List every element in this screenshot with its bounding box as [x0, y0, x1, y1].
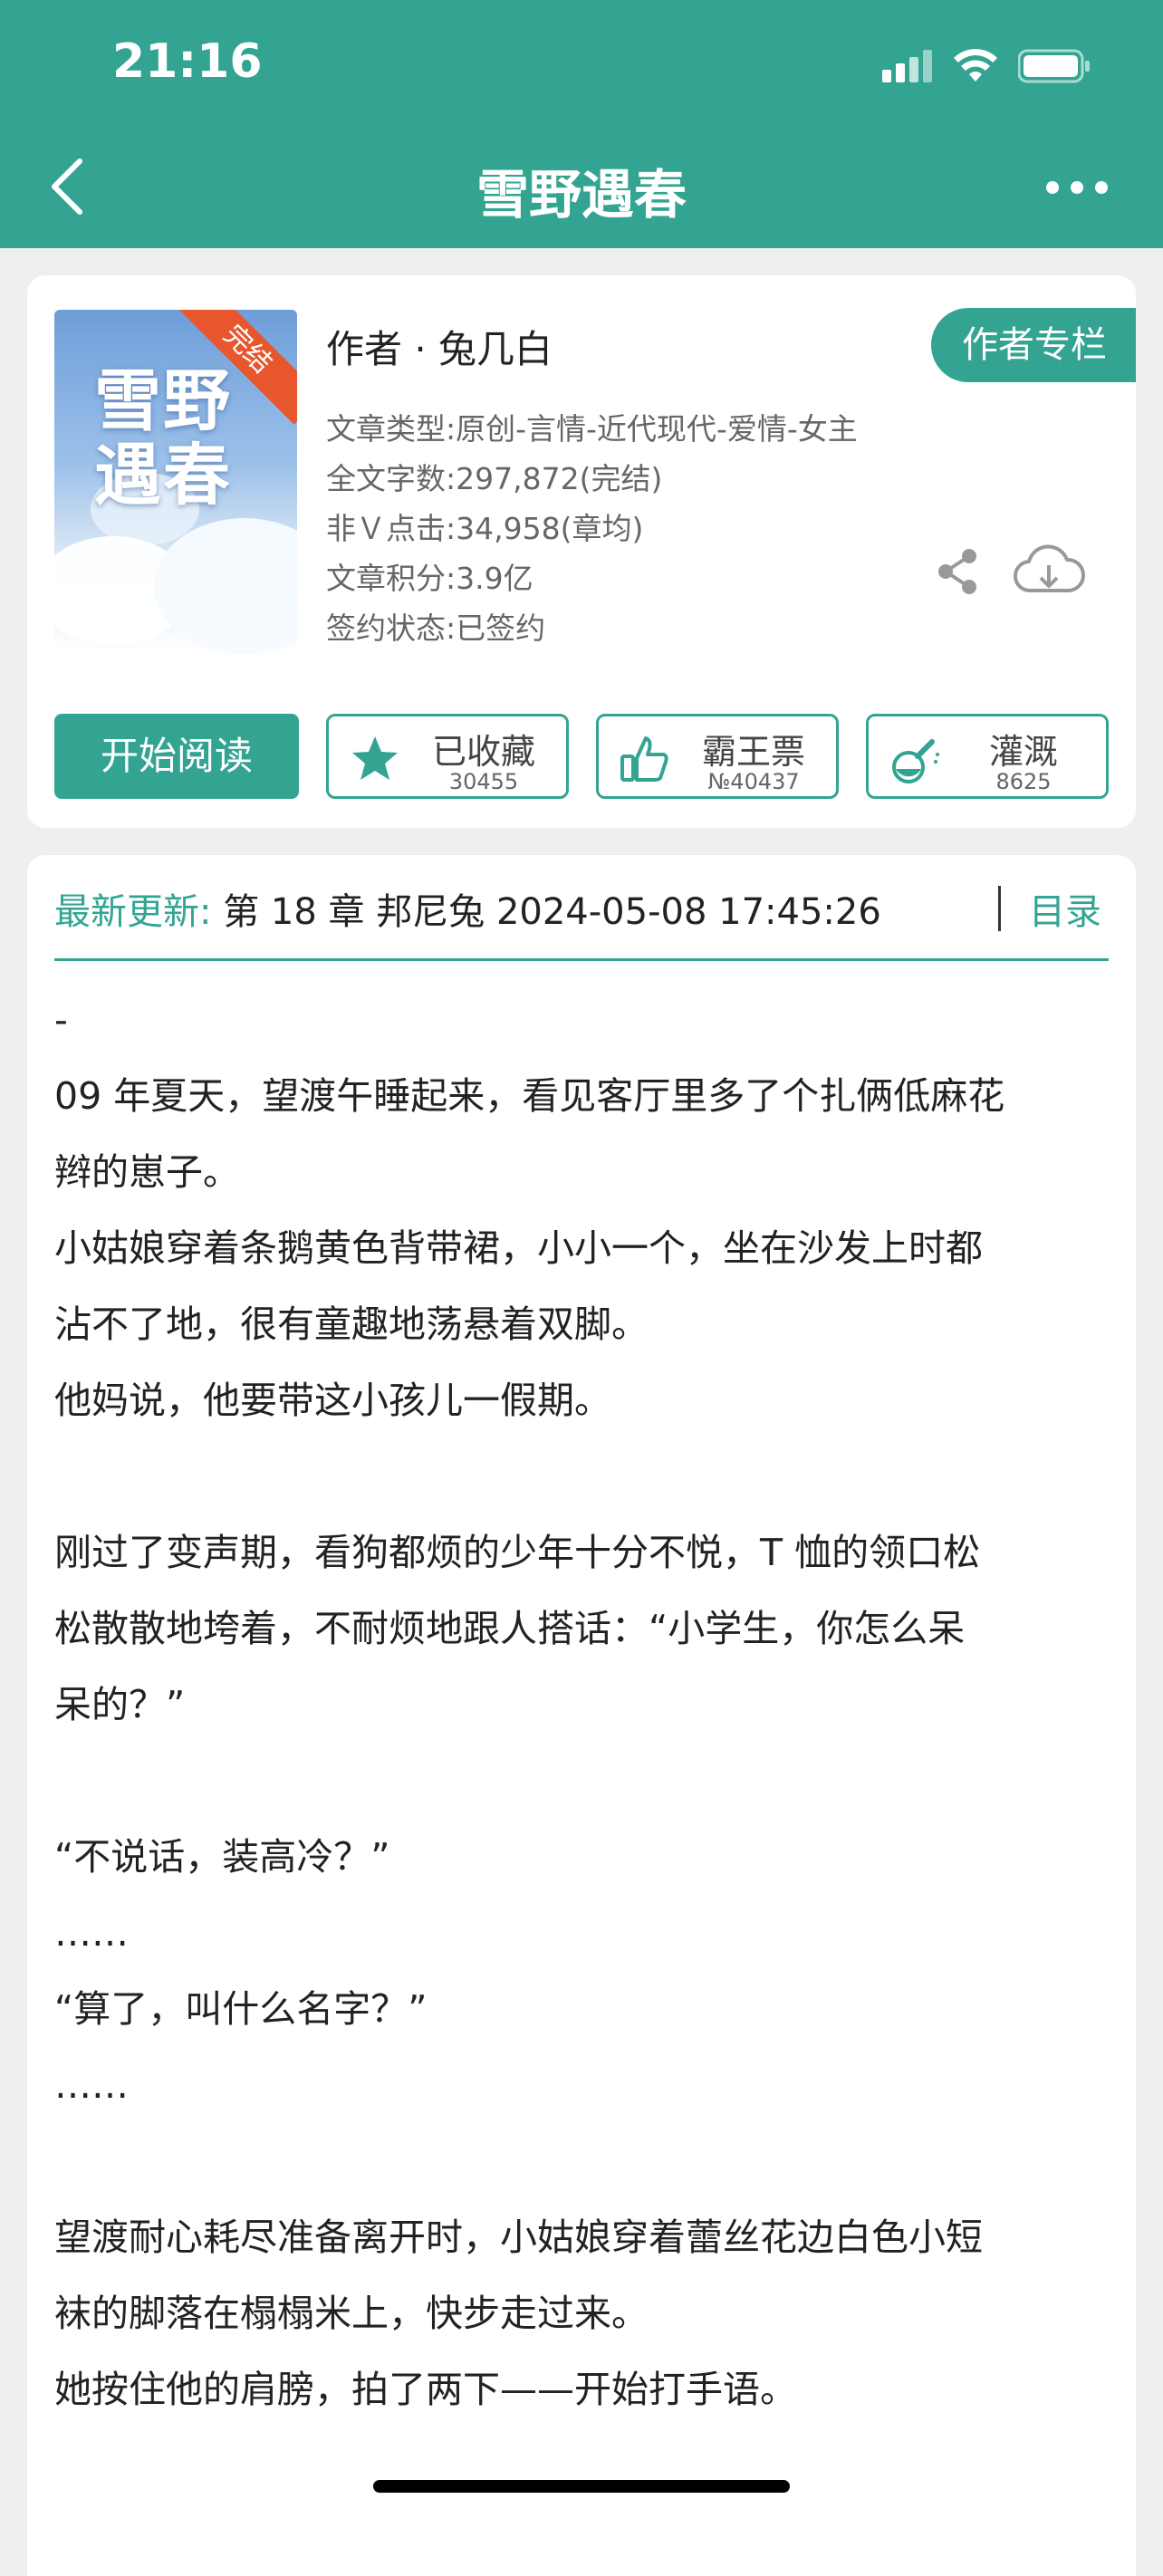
divider: [998, 886, 1001, 931]
toc-link[interactable]: 目录: [1029, 882, 1101, 935]
battery-icon: [1018, 49, 1090, 83]
text-line: 小姑娘穿着条鹅黄色背带裙，小小一个，坐在沙发上时都: [54, 1226, 983, 1270]
chapter-text: - 09 年夏天，望渡午睡起来，看见客厅里多了个扎俩低麻花 辫的崽子。 小姑娘穿…: [54, 982, 1114, 2427]
water-button[interactable]: 灌溉 8625: [866, 714, 1109, 799]
text-line: 望渡耐心耗尽准备离开时，小姑娘穿着蕾丝花边白色小短: [54, 2216, 983, 2259]
vote-label: 霸王票: [701, 732, 805, 772]
text-line: 松散散地垮着，不耐烦地跟人搭话：“小学生，你怎么呆: [54, 1607, 966, 1650]
divider: [54, 958, 1109, 961]
more-dots-icon[interactable]: [1045, 174, 1109, 201]
text-line: 他妈说，他要带这小孩儿一假期。: [54, 1379, 611, 1422]
home-indicator[interactable]: [373, 2480, 790, 2493]
text-line: “不说话，装高冷？”: [54, 1835, 390, 1879]
star-icon: [352, 736, 398, 780]
meta-clicks: 非Ｖ点击:34,958(章均): [326, 511, 644, 546]
text-line: ……: [54, 1911, 129, 1955]
text-line: -: [54, 998, 68, 1042]
meta-word-count: 全文字数:297,872(完结): [326, 461, 663, 496]
collect-button[interactable]: 已收藏 30455: [326, 714, 569, 799]
text-line: [54, 1743, 1114, 1819]
text-line: [54, 1438, 1114, 1514]
meta-contract: 签约状态:已签约: [326, 610, 546, 646]
author-column-button[interactable]: 作者专栏: [931, 308, 1136, 382]
meta-type: 文章类型:原创-言情-近代现代-爱情-女主: [326, 411, 858, 447]
text-line: 辫的崽子。: [54, 1150, 240, 1194]
text-line: 袜的脚落在榻榻米上，快步走过来。: [54, 2292, 649, 2335]
vote-count: №40437: [707, 769, 800, 794]
start-reading-button[interactable]: 开始阅读: [54, 714, 299, 799]
cloud-download-icon[interactable]: [1013, 543, 1085, 600]
book-meta: 文章类型:原创-言情-近代现代-爱情-女主 全文字数:297,872(完结) 非…: [326, 404, 858, 653]
text-line: 她按住他的肩膀，拍了两下——开始打手语。: [54, 2368, 797, 2411]
wifi-icon: [954, 49, 997, 82]
share-icon[interactable]: [933, 547, 982, 596]
cover-title-art: 雪野遇春: [94, 362, 232, 514]
text-line: 呆的？”: [54, 1683, 186, 1726]
cellular-signal-icon: [882, 50, 932, 82]
water-label: 灌溉: [988, 732, 1058, 772]
book-info-card: 雪野遇春 完结 作者 · 兔几白 作者专栏 文章类型:原创-言情-近代现代-爱情…: [27, 275, 1136, 828]
status-time: 21:16: [112, 34, 263, 89]
latest-update-text: 第 18 章 邦尼兔 2024-05-08 17:45:26: [211, 891, 881, 933]
latest-update-label: 最新更新:: [54, 891, 212, 933]
collect-label: 已收藏: [431, 732, 535, 772]
author-name[interactable]: 作者 · 兔几白: [326, 319, 553, 374]
text-line: ……: [54, 2063, 129, 2107]
app-header: 21:16 雪野遇春: [0, 0, 1163, 248]
meta-score: 文章积分:3.9亿: [326, 561, 533, 596]
latest-update[interactable]: 最新更新: 第 18 章 邦尼兔 2024-05-08 17:45:26: [54, 882, 881, 935]
thumbs-up-icon: [620, 736, 668, 782]
chapter-content-card: 最新更新: 第 18 章 邦尼兔 2024-05-08 17:45:26 目录 …: [27, 855, 1136, 2576]
status-icons: [882, 43, 1091, 89]
watering-flask-icon: [892, 739, 939, 783]
text-line: “算了，叫什么名字？”: [54, 1987, 428, 2031]
book-cover[interactable]: 雪野遇春 完结: [54, 310, 297, 654]
collect-count: 30455: [448, 769, 519, 794]
text-line: [54, 2123, 1114, 2199]
text-line: 09 年夏天，望渡午睡起来，看见客厅里多了个扎俩低麻花: [54, 1074, 1005, 1118]
text-line: 沾不了地，很有童趣地荡悬着双脚。: [54, 1302, 649, 1346]
text-line: 刚过了变声期，看狗都烦的少年十分不悦，T 恤的领口松: [54, 1531, 981, 1574]
water-count: 8625: [995, 769, 1052, 794]
page-title: 雪野遇春: [476, 164, 687, 226]
vote-button[interactable]: 霸王票 №40437: [596, 714, 839, 799]
